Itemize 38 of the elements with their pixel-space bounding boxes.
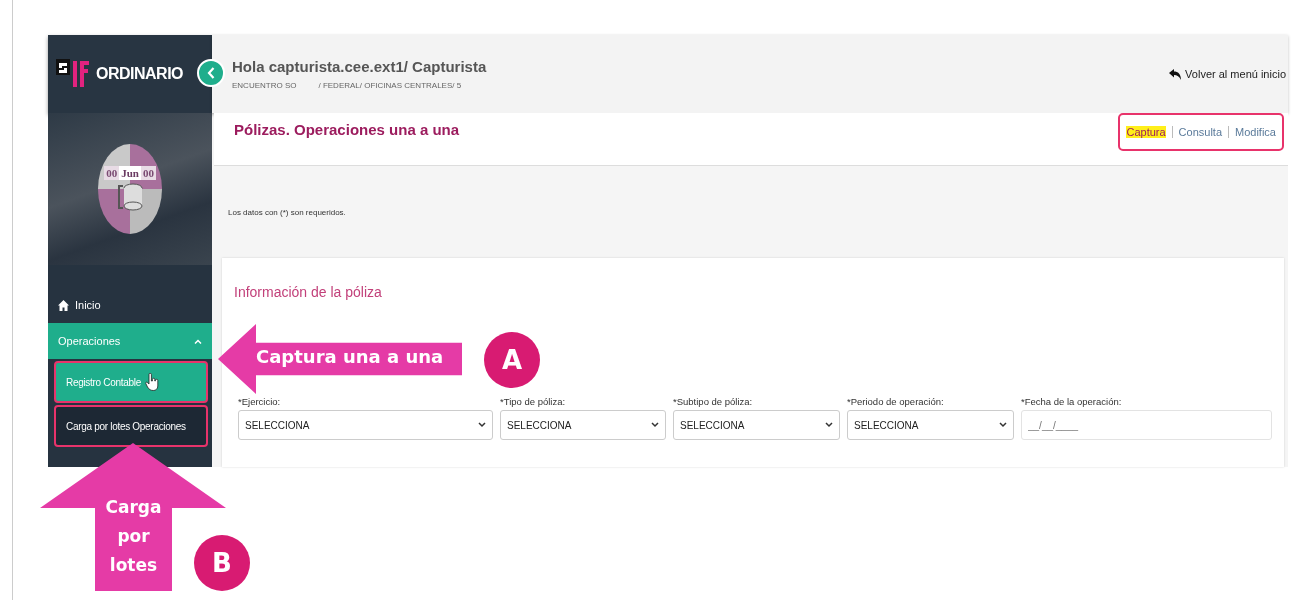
home-icon — [58, 299, 69, 311]
select-dropdown[interactable]: SELECCIONA — [238, 410, 493, 440]
select-dropdown[interactable]: SELECCIONA — [673, 410, 840, 440]
breadcrumb-text: / FEDERAL/ OFICINAS CENTRALES/ 5 — [318, 81, 462, 90]
calendar-date-text: Jun — [119, 166, 141, 180]
field-label: *Ejercicio: — [238, 396, 282, 407]
tab-link[interactable]: Captura — [1126, 126, 1166, 138]
chevron-left-icon — [207, 67, 215, 79]
tab-link[interactable]: Consulta — [1178, 126, 1223, 138]
caret-icon — [478, 422, 486, 428]
marker-badge: B — [194, 535, 250, 591]
greeting-text: Hola capturista.cee.ext1/ Capturista — [232, 58, 487, 75]
callout-text: Captura una a una — [256, 346, 444, 367]
field-label: *Subtipo de póliza: — [673, 396, 754, 407]
coins-icon — [117, 182, 143, 212]
tab-link[interactable]: Modifica — [1235, 126, 1276, 138]
page-title: Pólizas. Operaciones una a una — [234, 121, 460, 138]
calendar-date-text: 00 — [104, 166, 120, 180]
select-dropdown[interactable]: SELECCIONA — [500, 410, 666, 440]
reply-arrow-icon — [1169, 69, 1182, 80]
breadcrumb-text: ENCUENTRO SO — [232, 81, 297, 90]
caret-icon — [825, 422, 833, 428]
select-dropdown[interactable]: SELECCIONA — [847, 410, 1014, 440]
section-title: Información de la póliza — [234, 284, 383, 300]
nav-item[interactable]: Carga por lotes Operaciones — [54, 405, 208, 447]
date-input-field[interactable]: __/__/____ — [1021, 410, 1272, 440]
caret-icon — [999, 422, 1007, 428]
logo-icon — [56, 59, 90, 89]
callout-text: Carga por lotes — [104, 496, 163, 577]
required-note: Los datos con (*) son requeridos. — [228, 207, 346, 217]
hand-cursor-icon — [144, 373, 159, 391]
home-nav-link[interactable]: Inicio — [48, 287, 212, 323]
caret-icon — [651, 422, 659, 428]
field-label: *Tipo de póliza: — [500, 396, 567, 407]
app-logo-text: ORDINARIO — [96, 65, 184, 83]
field-label: *Periodo de operación: — [847, 396, 945, 407]
field-label: *Fecha de la operación: — [1021, 396, 1123, 407]
back-to-menu-link[interactable]: Volver al menú inicio — [1169, 68, 1286, 80]
